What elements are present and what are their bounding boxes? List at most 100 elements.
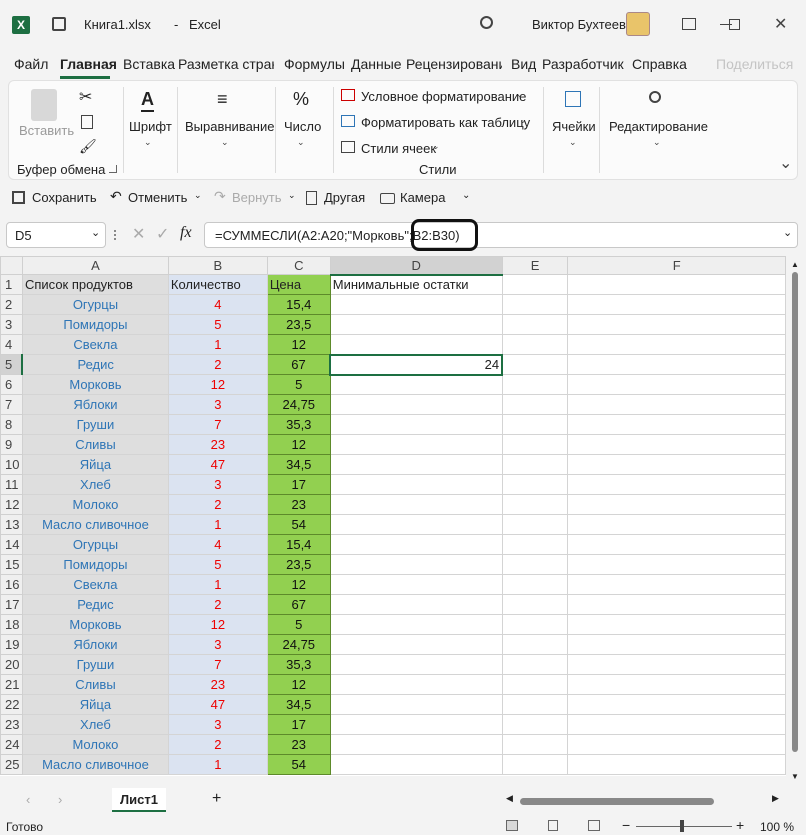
alignment-button[interactable]: Выравнивание xyxy=(185,119,274,134)
cell-f[interactable] xyxy=(567,374,786,395)
cell-quantity[interactable]: 4 xyxy=(167,534,268,555)
row-header[interactable]: 24 xyxy=(0,734,23,755)
cell-product[interactable]: Огурцы xyxy=(21,534,169,555)
column-header-e[interactable]: E xyxy=(501,256,569,275)
row-header[interactable]: 25 xyxy=(0,754,23,775)
cell-d[interactable] xyxy=(329,654,503,675)
scroll-thumb[interactable] xyxy=(792,272,798,752)
qat-other-button[interactable]: Другая xyxy=(324,190,365,205)
cell-quantity[interactable]: 2 xyxy=(167,494,268,515)
cell-d[interactable] xyxy=(329,674,503,695)
cell-styles-icon[interactable] xyxy=(341,141,355,153)
cell-e[interactable] xyxy=(501,694,569,715)
cell-f[interactable] xyxy=(567,314,786,335)
formula-options-icon[interactable] xyxy=(114,230,116,240)
cell-f[interactable] xyxy=(567,514,786,535)
cell-product[interactable]: Молоко xyxy=(21,494,169,515)
cell-quantity[interactable]: 7 xyxy=(167,414,268,435)
cell-d[interactable] xyxy=(329,494,503,515)
cell-price[interactable]: 23 xyxy=(266,494,331,515)
cell-d1[interactable]: Минимальные остатки xyxy=(329,274,503,295)
cell-quantity[interactable]: 3 xyxy=(167,394,268,415)
cell-product[interactable]: Сливы xyxy=(21,434,169,455)
zoom-level[interactable]: 100 % xyxy=(760,820,794,834)
row-header[interactable]: 21 xyxy=(0,674,23,695)
cell-styles-button[interactable]: Стили ячеек xyxy=(361,141,436,156)
cell-e[interactable] xyxy=(501,614,569,635)
cell-quantity[interactable]: 2 xyxy=(167,594,268,615)
cell-quantity[interactable]: 12 xyxy=(167,614,268,635)
cell-d[interactable] xyxy=(329,634,503,655)
qat-redo-button[interactable]: Вернуть xyxy=(232,190,282,205)
ribbon-options-icon[interactable] xyxy=(682,18,696,30)
chevron-down-icon[interactable]: ⌄ xyxy=(783,226,792,239)
cell-d[interactable] xyxy=(329,714,503,735)
horizontal-scrollbar[interactable]: ◀ ▶ xyxy=(506,793,782,807)
scroll-up-icon[interactable]: ▲ xyxy=(791,260,799,269)
cell-quantity[interactable]: 12 xyxy=(167,374,268,395)
cell-product[interactable]: Масло сливочное xyxy=(21,754,169,775)
cell-quantity[interactable]: 5 xyxy=(167,314,268,335)
page-layout-view-icon[interactable] xyxy=(548,820,558,831)
row-header[interactable]: 14 xyxy=(0,534,23,555)
cell-quantity[interactable]: 47 xyxy=(167,454,268,475)
cell-f[interactable] xyxy=(567,674,786,695)
cell-e[interactable] xyxy=(501,354,569,375)
cell-product[interactable]: Огурцы xyxy=(21,294,169,315)
cell-d[interactable] xyxy=(329,474,503,495)
cell-product[interactable]: Помидоры xyxy=(21,554,169,575)
percent-icon[interactable]: % xyxy=(293,89,309,110)
row-header[interactable]: 19 xyxy=(0,634,23,655)
cell-e[interactable] xyxy=(501,594,569,615)
table-format-icon[interactable] xyxy=(341,115,355,127)
row-header[interactable]: 13 xyxy=(0,514,23,535)
zoom-out-icon[interactable]: − xyxy=(622,817,630,833)
cell-f[interactable] xyxy=(567,734,786,755)
cell-product[interactable]: Яйца xyxy=(21,694,169,715)
cell-product[interactable]: Редис xyxy=(21,354,169,375)
cell-product[interactable]: Яблоки xyxy=(21,394,169,415)
scroll-left-icon[interactable]: ◀ xyxy=(506,793,513,804)
cell-f[interactable] xyxy=(567,494,786,515)
cell-e[interactable] xyxy=(501,674,569,695)
cell-product[interactable]: Яйца xyxy=(21,454,169,475)
format-painter-icon[interactable]: 🖌 xyxy=(79,138,97,155)
row-header[interactable]: 15 xyxy=(0,554,23,575)
column-header-a[interactable]: A xyxy=(21,256,169,275)
tab-insert[interactable]: Вставка xyxy=(123,56,175,72)
cell-price[interactable]: 35,3 xyxy=(266,654,331,675)
cell-e[interactable] xyxy=(501,494,569,515)
cell-a1[interactable]: Список продуктов xyxy=(21,274,169,295)
cell-f[interactable] xyxy=(567,454,786,475)
cell-product[interactable]: Морковь xyxy=(21,614,169,635)
cell-product[interactable]: Помидоры xyxy=(21,314,169,335)
cut-icon[interactable]: ✂ xyxy=(79,87,92,107)
cell-quantity[interactable]: 7 xyxy=(167,654,268,675)
cell-f[interactable] xyxy=(567,434,786,455)
row-header[interactable]: 7 xyxy=(0,394,23,415)
zoom-in-icon[interactable]: + xyxy=(736,817,744,833)
row-header[interactable]: 4 xyxy=(0,334,23,355)
cell-d[interactable] xyxy=(329,734,503,755)
column-header-d[interactable]: D xyxy=(329,256,503,276)
formula-bar[interactable]: =СУММЕСЛИ(A2:A20;"Морковь";B2:B30) ⌄ xyxy=(204,222,798,248)
tab-developer[interactable]: Разработчик xyxy=(542,56,624,72)
scroll-right-icon[interactable]: ▶ xyxy=(772,793,779,804)
cell-price[interactable]: 67 xyxy=(266,594,331,615)
cell-e[interactable] xyxy=(501,334,569,355)
cell-f[interactable] xyxy=(567,334,786,355)
cell-product[interactable]: Груши xyxy=(21,414,169,435)
hscroll-thumb[interactable] xyxy=(520,798,714,805)
cell-price[interactable]: 67 xyxy=(266,354,331,375)
cell-e[interactable] xyxy=(501,394,569,415)
row-header[interactable]: 3 xyxy=(0,314,23,335)
zoom-slider[interactable] xyxy=(636,826,732,827)
vertical-scrollbar[interactable]: ▲ ▼ xyxy=(788,258,802,786)
cell-price[interactable]: 5 xyxy=(266,374,331,395)
cell-quantity[interactable]: 1 xyxy=(167,754,268,775)
cell-f[interactable] xyxy=(567,714,786,735)
cell-product[interactable]: Молоко xyxy=(21,734,169,755)
cell-product[interactable]: Морковь xyxy=(21,374,169,395)
cell-price[interactable]: 23,5 xyxy=(266,554,331,575)
cell-quantity[interactable]: 1 xyxy=(167,574,268,595)
